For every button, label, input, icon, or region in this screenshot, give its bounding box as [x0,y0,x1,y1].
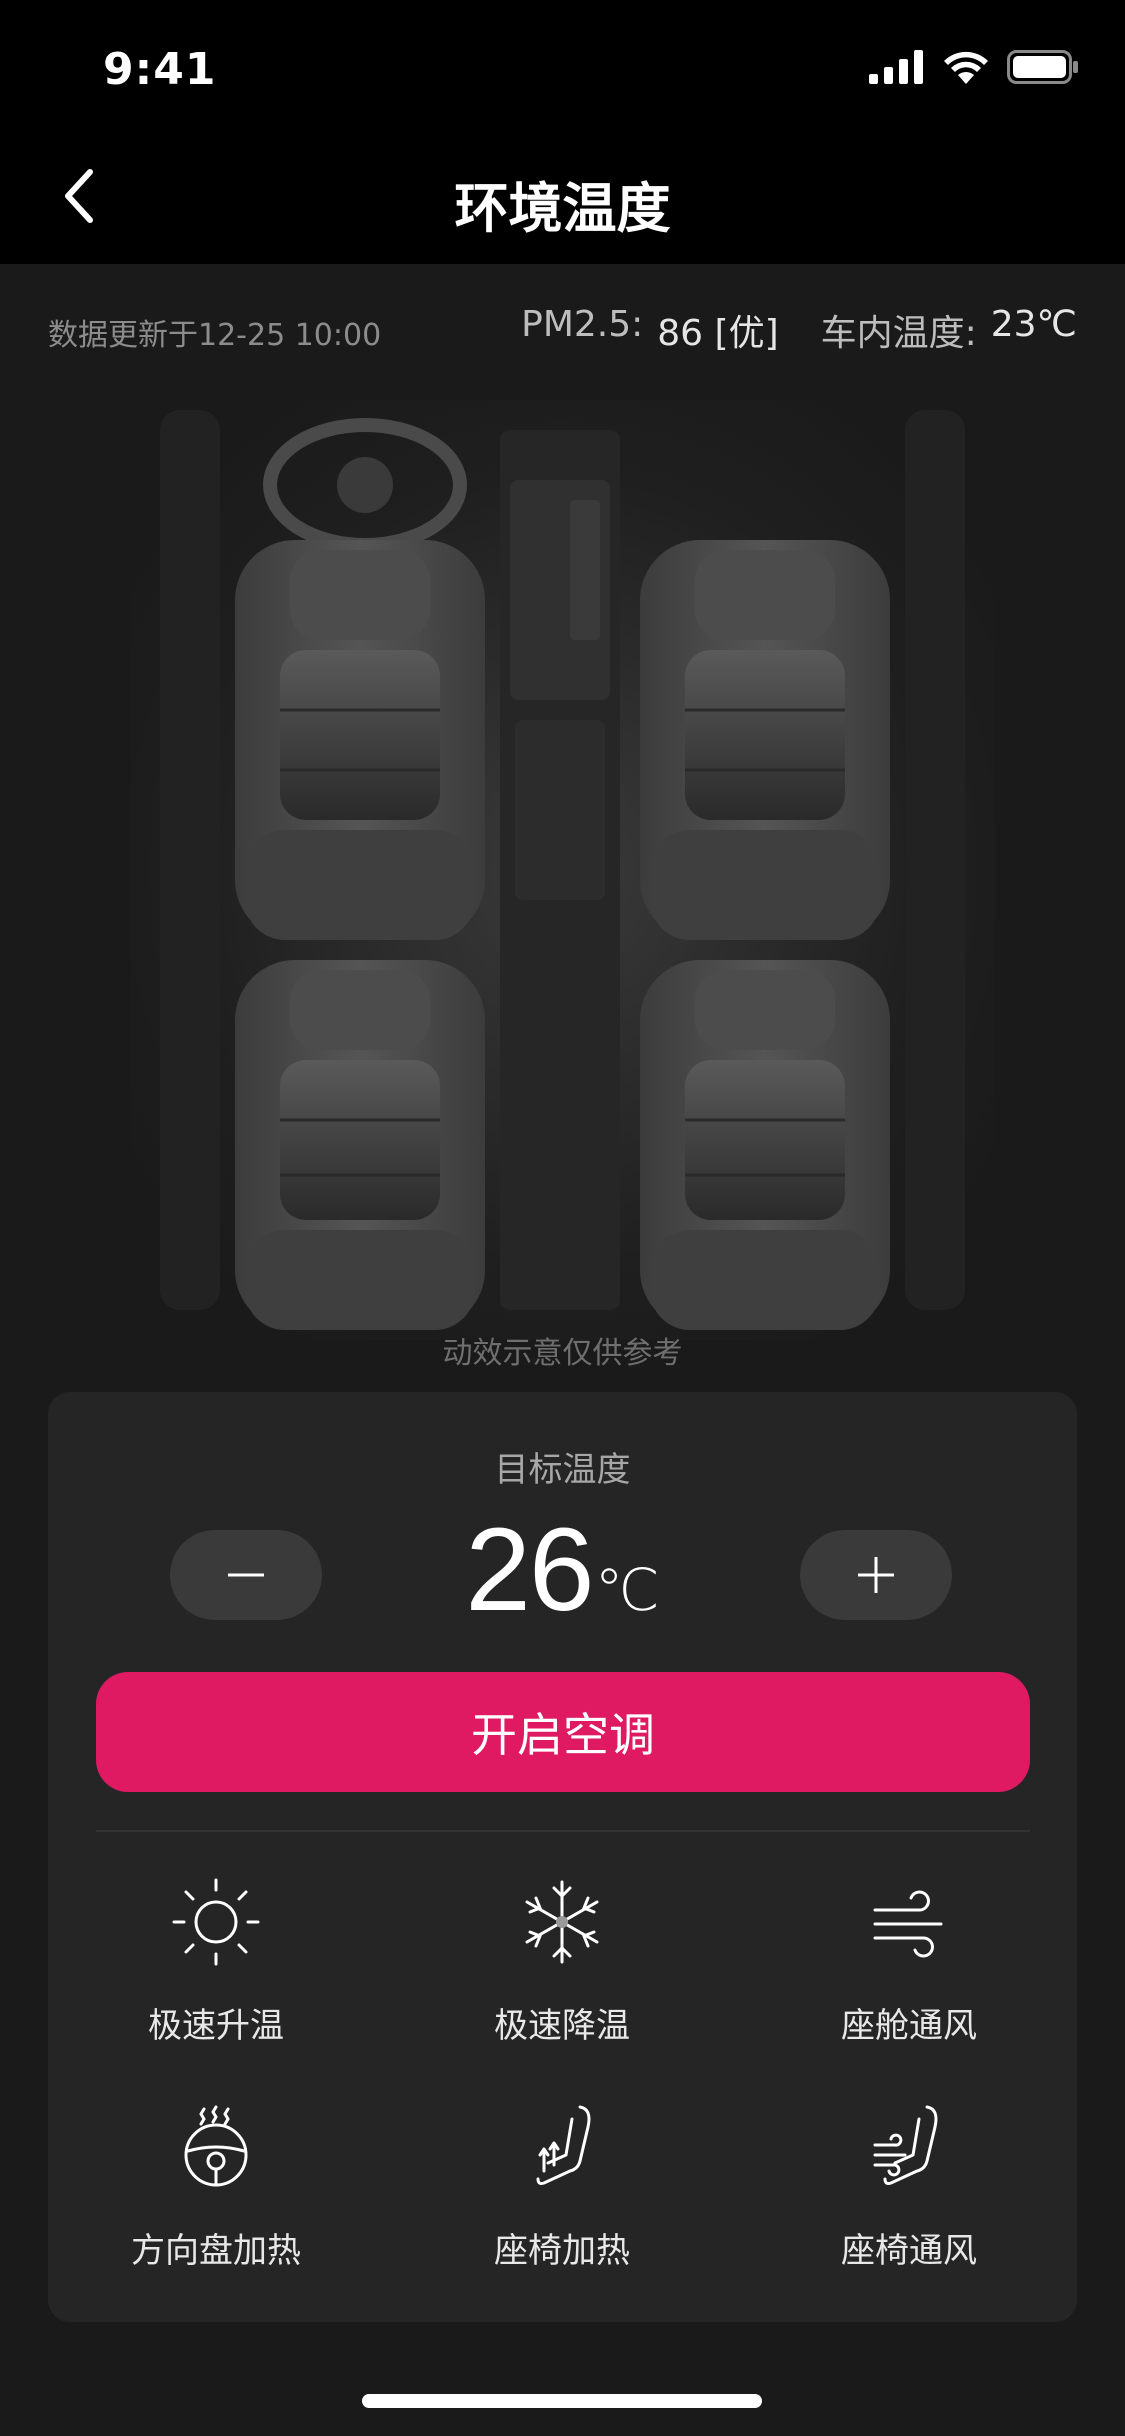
feature-quick-cool[interactable]: 极速降温 [412,1872,712,2047]
feature-label: 座椅加热 [494,2231,630,2271]
battery-icon [1007,50,1078,84]
feature-label: 座椅通风 [841,2231,977,2271]
sun-icon [172,1878,260,1966]
target-temp-value: 26 [465,1504,594,1636]
signal-icon [869,50,923,84]
home-indicator[interactable] [362,2394,762,2408]
seat-vent-icon [873,2105,938,2185]
turn-on-ac-button[interactable]: 开启空调 [96,1672,1030,1792]
status-bar: 9:41 [0,0,1125,132]
feature-seat-heat[interactable]: 座椅加热 [412,2097,712,2272]
climate-control-panel: 目标温度 26℃ 开启空调 极速升温 极速降温 座舱通风 方向盘加热 座椅加热 … [48,1392,1077,2322]
update-time: 数据更新于12-25 10:00 [48,318,382,353]
plus-icon [858,1557,894,1593]
feature-cabin-ventilation[interactable]: 座舱通风 [759,1872,1059,2047]
cabin-temp-value: 23℃ [990,304,1077,345]
feature-label: 方向盘加热 [131,2231,301,2271]
cabin-temp-label: 车内温度: [820,313,977,354]
feature-label: 极速升温 [148,2006,284,2046]
pm-label: PM2.5: [521,304,644,345]
wifi-icon [944,51,988,84]
nav-bar: 环境温度 [0,132,1125,264]
feature-label: 极速降温 [494,2006,630,2046]
pm-value: 86 [优] [657,313,779,354]
page-title: 环境温度 [454,177,671,240]
divider [96,1830,1030,1832]
wind-icon [873,1890,943,1958]
air-metrics: PM2.5: 86 [优] 车内温度: 23℃ [521,304,1077,356]
status-icons [869,50,1079,84]
car-interior-image [130,400,995,1340]
target-temp-unit: ℃ [594,1556,660,1624]
steering-heat-icon [184,2105,248,2187]
status-time: 9:41 [103,44,217,95]
increase-temp-button[interactable] [800,1530,952,1620]
feature-quick-heat[interactable]: 极速升温 [66,1872,366,2047]
animation-caption: 动效示意仅供参考 [442,1336,683,1371]
feature-label: 座舱通风 [841,2006,977,2046]
seat-heat-icon [536,2105,591,2185]
info-row: 数据更新于12-25 10:00 PM2.5: 86 [优] 车内温度: 23℃ [48,300,1077,360]
target-temp-label: 目标温度 [494,1450,631,1490]
feature-steering-heat[interactable]: 方向盘加热 [66,2097,366,2272]
feature-seat-ventilation[interactable]: 座椅通风 [759,2097,1059,2272]
snowflake-icon [525,1880,599,1964]
